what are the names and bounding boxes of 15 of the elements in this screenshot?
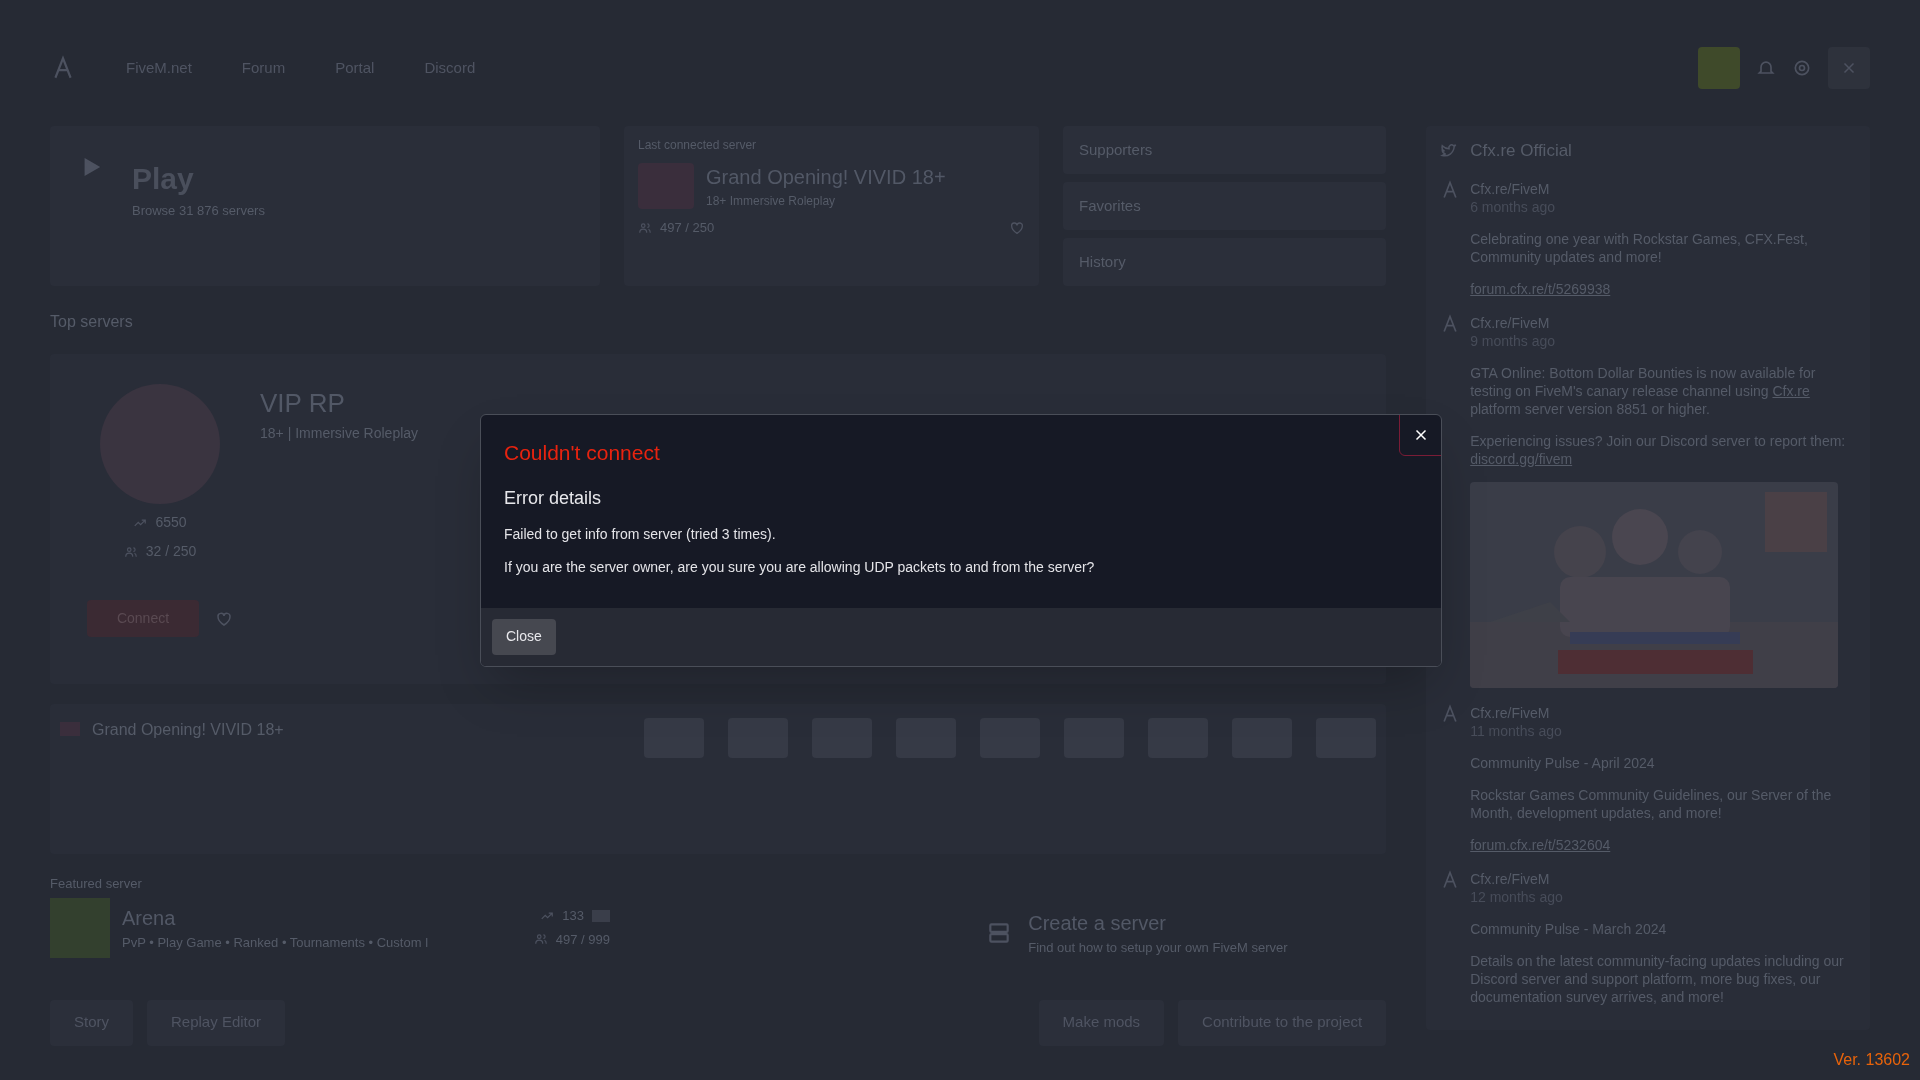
heart-icon[interactable] [1009,219,1025,236]
avatar[interactable] [1698,47,1740,89]
users-icon [638,220,652,235]
close-button[interactable]: Close [492,618,556,655]
dialog-message: If you are the server owner, are you sure you are allowing UDP packets to and from the server? [504,557,1096,577]
bird-icon [1440,141,1459,160]
dialog-title: Couldn't connect [504,440,661,466]
settings-icon[interactable] [1792,58,1812,78]
version-label: Ver. 13602 [1833,1050,1910,1070]
users-icon [533,932,548,947]
dialog-message: Failed to get info from server (tried 3 times). [504,524,777,544]
dialog-heading: Error details [504,486,603,510]
exit-button[interactable] [1828,47,1870,89]
close-button[interactable] [1399,415,1441,456]
users-icon [123,544,138,559]
